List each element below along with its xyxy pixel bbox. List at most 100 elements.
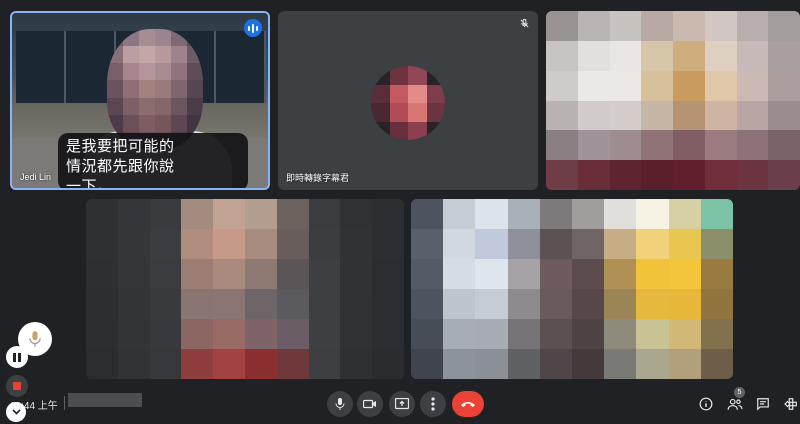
mosaic-cell — [604, 289, 637, 319]
camera-button[interactable] — [357, 391, 383, 417]
mosaic-cell — [475, 289, 508, 319]
mosaic-cell — [308, 289, 341, 319]
mosaic-cell — [609, 130, 642, 161]
mosaic-cell — [507, 319, 540, 349]
mosaic-cell — [507, 229, 540, 259]
mosaic-cell — [389, 84, 408, 103]
mosaic-cell — [704, 130, 737, 161]
mosaic-cell — [308, 259, 341, 289]
participant-tile-caption-bot[interactable]: 即時轉錄字幕君 — [278, 11, 538, 190]
mosaic-cell — [117, 289, 150, 319]
mosaic-cell — [443, 199, 476, 229]
activities-icon[interactable] — [782, 395, 800, 413]
mosaic-cell — [389, 121, 408, 140]
info-icon[interactable] — [697, 395, 715, 413]
mosaic-cell — [149, 259, 182, 289]
mosaic-cell — [340, 289, 373, 319]
mosaic-cell — [340, 259, 373, 289]
mosaic-cell — [443, 349, 476, 379]
mosaic-cell — [372, 289, 404, 319]
mosaic-cell — [572, 199, 605, 229]
mosaic-cell — [155, 29, 171, 47]
mosaic-cell — [546, 130, 578, 161]
mosaic-cell — [507, 259, 540, 289]
mosaic-cell — [546, 160, 578, 190]
mosaic-cell — [86, 259, 118, 289]
participant-avatar — [371, 66, 445, 140]
more-options-button[interactable] — [420, 391, 446, 417]
mosaic-cell — [507, 199, 540, 229]
mosaic-cell — [546, 11, 578, 41]
participant-tile-4[interactable] — [86, 199, 404, 379]
mosaic-cell — [577, 130, 610, 161]
mosaic-cell — [139, 80, 155, 98]
mosaic-cell — [443, 229, 476, 259]
mosaic-cell — [123, 80, 139, 98]
mosaic-cell — [736, 130, 769, 161]
mosaic-cell — [475, 349, 508, 379]
pause-button[interactable] — [6, 346, 28, 368]
participant-tile-jedi-lin[interactable]: 是我要把可能的情況都先跟你說一下。 Jedi Lin — [10, 11, 270, 190]
mosaic-cell — [609, 100, 642, 131]
mosaic-cell — [572, 229, 605, 259]
mosaic-cell — [704, 40, 737, 71]
mosaic-cell — [117, 259, 150, 289]
mosaic-cell — [700, 199, 733, 229]
mosaic-cell — [443, 259, 476, 289]
mosaic-cell — [700, 229, 733, 259]
mosaic-cell — [139, 114, 155, 132]
mosaic-cell — [572, 319, 605, 349]
mosaic-cell — [149, 289, 182, 319]
participant-tile-5[interactable] — [411, 199, 733, 379]
mosaic-cell — [155, 46, 171, 64]
mic-button[interactable] — [327, 391, 353, 417]
mosaic-cell — [411, 319, 444, 349]
mosaic-cell — [673, 40, 705, 71]
mosaic-cell — [641, 11, 673, 41]
mosaic-cell — [171, 80, 187, 98]
mosaic-cell — [117, 199, 150, 229]
mosaic-cell — [276, 259, 309, 289]
pixelated-face — [107, 29, 203, 149]
chat-icon[interactable] — [754, 395, 772, 413]
mosaic-cell — [475, 319, 508, 349]
mosaic-cell — [507, 289, 540, 319]
mosaic-cell — [636, 289, 669, 319]
mosaic-cell — [704, 70, 737, 101]
participant-tile-3[interactable] — [546, 11, 800, 190]
mosaic-cell — [411, 229, 444, 259]
more-vert-icon — [431, 397, 435, 411]
mosaic-cell — [668, 229, 701, 259]
present-screen-button[interactable] — [389, 391, 415, 417]
mosaic-cell — [539, 199, 572, 229]
mosaic-cell — [244, 229, 277, 259]
mosaic-cell — [641, 100, 673, 131]
mic-icon — [335, 398, 345, 410]
mosaic-cell — [577, 11, 610, 41]
mosaic-cell — [389, 103, 408, 122]
mosaic-cell — [139, 46, 155, 64]
camera-icon — [363, 399, 376, 409]
mosaic-cell — [276, 289, 309, 319]
mosaic-cell — [371, 66, 390, 85]
mosaic-cell — [181, 229, 214, 259]
present-screen-icon — [395, 398, 409, 410]
mosaic-cell — [139, 63, 155, 81]
mosaic-cell — [411, 259, 444, 289]
mosaic-cell — [123, 114, 139, 132]
leave-call-button[interactable] — [452, 391, 484, 417]
mosaic-cell — [213, 319, 245, 349]
mosaic-cell — [213, 289, 245, 319]
mosaic-cell — [411, 349, 444, 379]
mosaic-cell — [546, 70, 578, 101]
mosaic-cell — [244, 259, 277, 289]
mosaic-cell — [107, 97, 123, 115]
meeting-time: 10:44 上午 — [10, 401, 58, 412]
mosaic-cell — [371, 121, 390, 140]
mosaic-cell — [673, 160, 705, 190]
mosaic-cell — [86, 349, 118, 379]
mosaic-cell — [408, 66, 427, 85]
record-stop-button[interactable] — [6, 375, 28, 397]
mosaic-cell — [604, 319, 637, 349]
mosaic-cell — [372, 259, 404, 289]
